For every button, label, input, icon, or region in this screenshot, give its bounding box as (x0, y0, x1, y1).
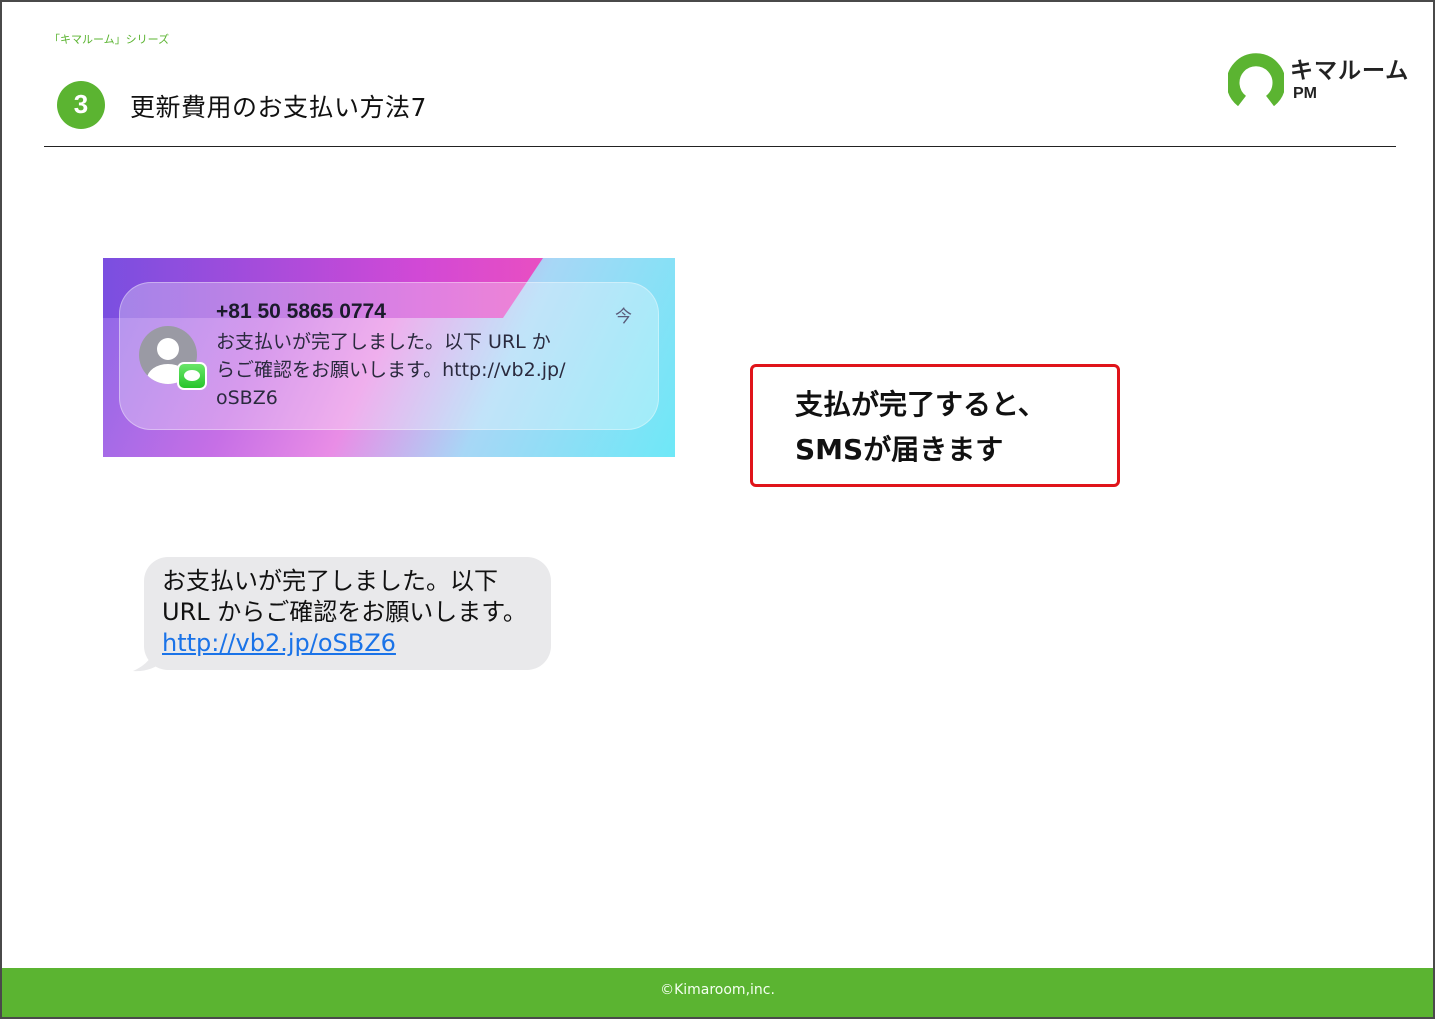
sms-line: URL からご確認をお願いします。 (162, 598, 527, 626)
notification-card[interactable]: +81 50 5865 0774 今 お支払いが完了しました。以下 URL か … (119, 282, 659, 430)
sms-message-bubble: お支払いが完了しました。以下 URL からご確認をお願いします。 http://… (144, 557, 551, 670)
callout-line: 支払が完了すると、 (795, 388, 1046, 421)
callout-text: 支払が完了すると、 SMSが届きます (795, 382, 1046, 472)
sms-line: お支払いが完了しました。以下 (162, 567, 498, 595)
notification-sender: +81 50 5865 0774 (216, 300, 386, 323)
callout-line: SMSが届きます (795, 433, 1004, 466)
callout-box: 支払が完了すると、 SMSが届きます (750, 364, 1120, 487)
logo-ring-icon (1228, 53, 1284, 106)
sms-link[interactable]: http://vb2.jp/oSBZ6 (162, 629, 396, 657)
sms-text: お支払いが完了しました。以下 URL からご確認をお願いします。 http://… (162, 566, 552, 659)
notification-time: 今 (615, 307, 632, 327)
step-number-badge: 3 (57, 81, 105, 129)
brand-logo: キマルーム PM (1228, 50, 1408, 106)
page-title: 更新費用のお支払い方法7 (130, 93, 427, 122)
footer-bar: ©Kimaroom,inc. (2, 968, 1433, 1017)
copyright: ©Kimaroom,inc. (660, 982, 775, 998)
messages-icon (177, 362, 207, 390)
slide: 「キマルーム」シリーズ 3 更新費用のお支払い方法7 キマルーム PM +81 … (0, 0, 1435, 1019)
notification-screenshot: +81 50 5865 0774 今 お支払いが完了しました。以下 URL か … (103, 258, 675, 457)
notification-body: お支払いが完了しました。以下 URL か らご確認をお願いします。http://… (216, 328, 636, 412)
series-label: 「キマルーム」シリーズ (49, 33, 170, 46)
notification-body-line: お支払いが完了しました。以下 URL か (216, 331, 551, 353)
notification-body-line: oSBZ6 (216, 387, 278, 409)
logo-name: キマルーム (1290, 58, 1410, 84)
notification-body-line: らご確認をお願いします。http://vb2.jp/ (216, 359, 566, 381)
header-divider (44, 146, 1396, 147)
logo-sub: PM (1293, 85, 1317, 102)
